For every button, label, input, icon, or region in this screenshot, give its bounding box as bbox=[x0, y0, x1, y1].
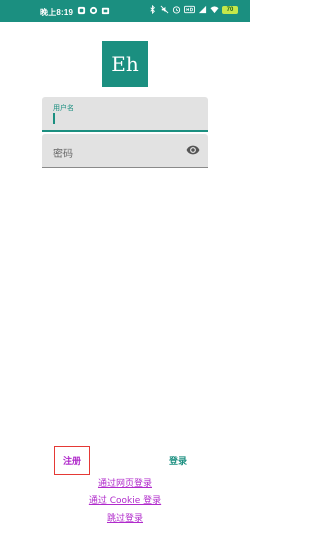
login-button[interactable]: 登录 bbox=[160, 446, 196, 475]
notification-icon bbox=[77, 6, 86, 15]
web-login-link[interactable]: 通过网页登录 bbox=[0, 476, 250, 489]
app-icon bbox=[89, 6, 98, 15]
alarm-clock-icon bbox=[172, 6, 181, 14]
battery-icon: 70 bbox=[222, 5, 238, 14]
eye-icon[interactable] bbox=[185, 143, 201, 157]
status-right-icons: 70 bbox=[148, 5, 238, 14]
bluetooth-icon bbox=[150, 5, 155, 14]
text-cursor bbox=[53, 113, 55, 124]
login-screen: 晚上8:19 70 Eh 用户名 密码 注册 登录 通过网页登录 通过 Cook… bbox=[0, 0, 250, 542]
status-left-icons bbox=[77, 6, 110, 15]
logo-text: Eh bbox=[111, 52, 139, 76]
login-label: 登录 bbox=[168, 457, 187, 467]
register-button[interactable]: 注册 bbox=[54, 446, 90, 475]
username-label: 用户名 bbox=[53, 105, 74, 112]
register-label: 注册 bbox=[62, 457, 81, 467]
app-logo: Eh bbox=[102, 41, 148, 87]
signal-icon bbox=[198, 5, 207, 14]
username-field[interactable]: 用户名 bbox=[42, 97, 208, 132]
hd-icon bbox=[184, 5, 195, 14]
mute-icon bbox=[160, 5, 169, 14]
cookie-login-link[interactable]: 通过 Cookie 登录 bbox=[0, 493, 250, 506]
skip-login-link[interactable]: 跳过登录 bbox=[0, 511, 250, 524]
status-time: 晚上8:19 bbox=[40, 8, 74, 17]
alarm-icon bbox=[101, 7, 110, 15]
wifi-icon bbox=[210, 6, 219, 14]
status-bar: 晚上8:19 70 bbox=[0, 0, 250, 22]
password-field[interactable]: 密码 bbox=[42, 134, 208, 168]
password-placeholder: 密码 bbox=[53, 149, 73, 160]
